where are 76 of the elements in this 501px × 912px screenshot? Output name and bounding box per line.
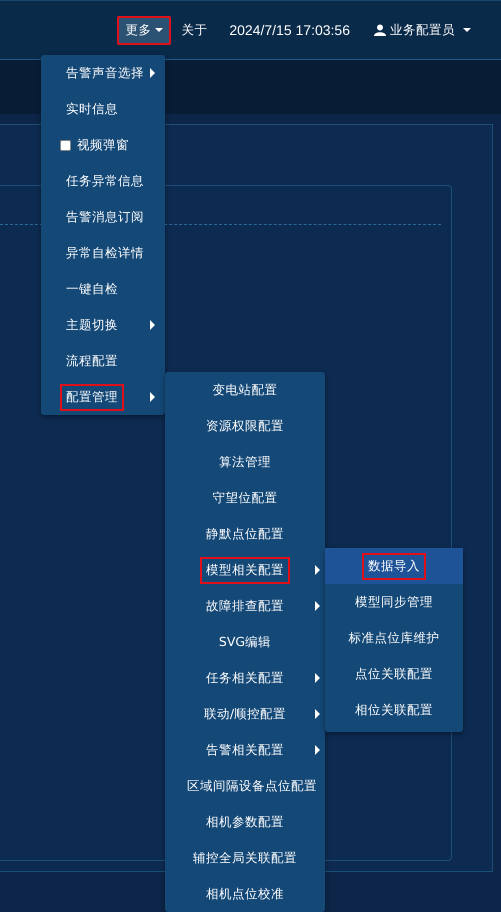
caret-icon [155,28,164,32]
menu-item-label: 数据导入 [362,552,426,580]
menu-item-label: 实时信息 [65,100,119,118]
menu-item[interactable]: 配置管理 [41,379,165,415]
datetime-text: 2024/7/15 17:03:56 [229,22,350,38]
menu-item[interactable]: 算法管理 [165,444,325,480]
submenu-arrow-icon [314,601,320,611]
menu-item-label: 模型同步管理 [354,592,434,610]
menu-item[interactable]: 任务异常信息 [41,163,165,199]
menu-item-label: 联动/顺控配置 [202,704,288,722]
menu-item[interactable]: 异常自检详情 [41,235,165,271]
submenu-arrow-icon [150,392,155,402]
menu-item-label: 流程配置 [65,352,119,370]
menu-item-label: 变电站配置 [212,380,278,398]
menu-item-label: 主题切换 [65,316,119,334]
menu-item[interactable]: 相位关联配置 [325,692,463,728]
menu-item-label: 资源权限配置 [205,416,285,434]
menu-item[interactable]: 相机点位校准 [165,876,325,912]
menu-item-label: SVG编辑 [218,632,272,650]
menu-item[interactable]: 资源权限配置 [165,408,325,444]
menu-item[interactable]: 静默点位配置 [165,516,325,552]
submenu-arrow-icon [150,320,155,330]
menu-item-label: 算法管理 [218,452,272,470]
menu-item[interactable]: 模型同步管理 [325,584,463,620]
about-link[interactable]: 关于 [181,22,208,38]
menu-item-label: 告警消息订阅 [65,208,145,226]
menu-item[interactable]: 实时信息 [41,91,165,127]
submenu-arrow-icon [314,565,320,575]
menu-item-label: 区域间隔设备点位配置 [186,776,318,794]
menu-item-label: 相机参数配置 [205,812,285,830]
menu-item[interactable]: 告警声音选择 [41,55,165,91]
menu-item[interactable]: 标准点位库维护 [325,620,463,656]
menu-item-label: 异常自检详情 [65,244,145,262]
menu-item[interactable]: 故障排查配置 [165,588,325,624]
more-button[interactable]: 更多 [117,16,172,44]
submenu-arrow-icon [150,68,155,78]
menu-item[interactable]: 告警消息订阅 [41,199,165,235]
submenu-arrow-icon [314,673,320,683]
menu-item-label: 点位关联配置 [354,664,434,682]
menu-item-label: 任务相关配置 [205,668,285,686]
menu-item-label: 故障排查配置 [205,596,285,614]
user-icon [374,24,386,36]
menu-item[interactable]: 模型相关配置 [165,552,325,588]
menu-item-label: 辅控全局关联配置 [192,848,298,866]
menu-item-label: 静默点位配置 [205,524,285,542]
user-menu-button[interactable]: 业务配置员 [374,22,471,38]
menu-item-label: 任务异常信息 [65,172,145,190]
menu-item-label: 视频弹窗 [76,136,130,154]
menu-item-label: 告警声音选择 [65,64,145,82]
menu-item-label: 相机点位校准 [205,884,285,902]
menu-item[interactable]: 视频弹窗 [41,127,165,163]
menu-item[interactable]: 区域间隔设备点位配置 [165,768,325,804]
menu-item[interactable]: 数据导入 [325,548,463,584]
submenu-arrow-icon [314,709,320,719]
menu-item-label: 标准点位库维护 [348,628,440,646]
menu-item-label: 模型相关配置 [200,556,290,584]
caret-icon [463,28,471,32]
menu-item[interactable]: 一键自检 [41,271,165,307]
menu-item-label: 相位关联配置 [354,700,434,718]
menu-item[interactable]: 流程配置 [41,343,165,379]
menu-item[interactable]: 守望位配置 [165,480,325,516]
menu-item[interactable]: 告警相关配置 [165,732,325,768]
menu-item[interactable]: 辅控全局关联配置 [165,840,325,876]
menu-item-label: 告警相关配置 [205,740,285,758]
menu-item[interactable]: 联动/顺控配置 [165,696,325,732]
menu-item[interactable]: 任务相关配置 [165,660,325,696]
menu-item[interactable]: SVG编辑 [165,624,325,660]
menu-item-label: 守望位配置 [212,488,278,506]
submenu-arrow-icon [314,745,320,755]
menu-item-label: 一键自检 [65,280,119,298]
checkbox[interactable] [60,140,71,150]
menu-item[interactable]: 相机参数配置 [165,804,325,840]
menu-item[interactable]: 变电站配置 [165,372,325,408]
menu-item[interactable]: 主题切换 [41,307,165,343]
menu-item-label: 配置管理 [60,384,124,410]
menu-item[interactable]: 点位关联配置 [325,656,463,692]
